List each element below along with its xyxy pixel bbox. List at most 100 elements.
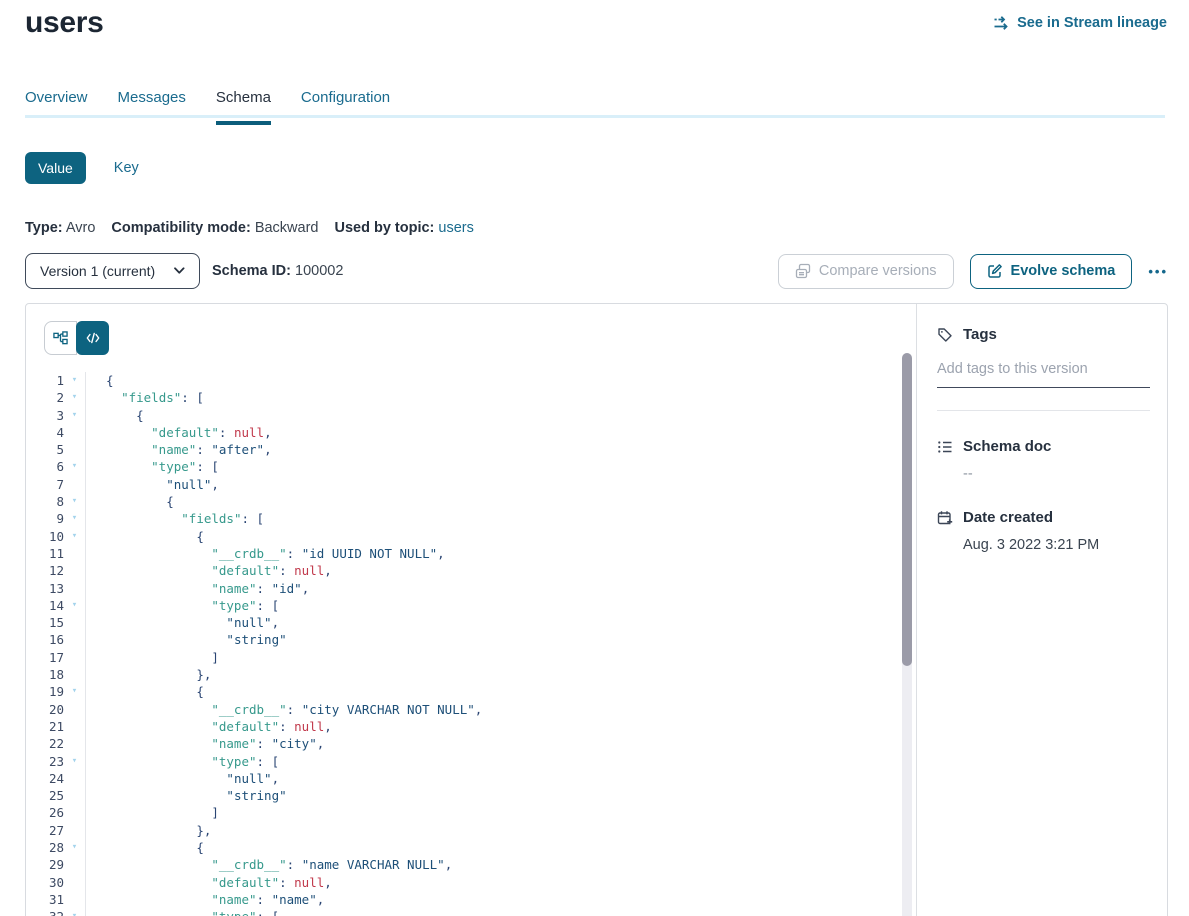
line-number: 3 <box>26 407 64 424</box>
code-text: "name": "id", <box>85 580 896 597</box>
code-line: 17 ] <box>26 649 896 666</box>
code-line: 1▾{ <box>26 372 896 389</box>
more-options-button[interactable]: ••• <box>1148 264 1168 279</box>
tab-configuration[interactable]: Configuration <box>301 89 390 125</box>
code-text: { <box>85 493 896 510</box>
fold-arrow-icon[interactable]: ▾ <box>64 753 85 770</box>
schema-type: Type: Avro <box>25 220 95 236</box>
compare-versions-button[interactable]: Compare versions <box>778 254 954 289</box>
code-line: 31 "name": "name", <box>26 891 896 908</box>
line-number: 4 <box>26 424 64 441</box>
add-tags-input[interactable] <box>937 357 1150 388</box>
value-toggle-button[interactable]: Value <box>25 152 86 184</box>
schema-view-toggle <box>44 321 109 355</box>
schema-panel: 1▾{2▾ "fields": [3▾ {4 "default": null,5… <box>25 303 1168 916</box>
compare-versions-icon <box>795 263 811 279</box>
fold-gutter <box>64 770 85 787</box>
fold-gutter <box>64 787 85 804</box>
line-number: 1 <box>26 372 64 389</box>
value-key-toggle: Value Key <box>25 152 139 184</box>
line-number: 32 <box>26 908 64 916</box>
tags-heading: Tags <box>937 326 1150 343</box>
code-text: "fields": [ <box>85 389 896 406</box>
fold-gutter <box>64 701 85 718</box>
code-text: "name": "city", <box>85 735 896 752</box>
code-text: "default": null, <box>85 874 896 891</box>
line-number: 14 <box>26 597 64 614</box>
code-text: "null", <box>85 770 896 787</box>
tab-overview[interactable]: Overview <box>25 89 88 125</box>
tab-messages[interactable]: Messages <box>118 89 186 125</box>
code-text: "string" <box>85 787 896 804</box>
fold-gutter <box>64 580 85 597</box>
line-number: 9 <box>26 510 64 527</box>
code-scrollbar-track[interactable] <box>902 353 912 916</box>
code-view-button[interactable] <box>76 321 109 355</box>
code-text: }, <box>85 666 896 683</box>
fold-arrow-icon[interactable]: ▾ <box>64 407 85 424</box>
fold-arrow-icon[interactable]: ▾ <box>64 528 85 545</box>
tab-bar: Overview Messages Schema Configuration <box>25 89 390 125</box>
fold-gutter <box>64 822 85 839</box>
see-in-stream-lineage-link[interactable]: See in Stream lineage <box>993 15 1167 31</box>
code-line: 29 "__crdb__": "name VARCHAR NULL", <box>26 856 896 873</box>
line-number: 7 <box>26 476 64 493</box>
fold-gutter <box>64 718 85 735</box>
line-number: 17 <box>26 649 64 666</box>
code-line: 12 "default": null, <box>26 562 896 579</box>
line-number: 6 <box>26 458 64 475</box>
topic-link[interactable]: users <box>438 220 473 236</box>
code-line: 8▾ { <box>26 493 896 510</box>
version-select[interactable]: Version 1 (current) <box>25 253 200 289</box>
code-text: "__crdb__": "city VARCHAR NOT NULL", <box>85 701 896 718</box>
code-text: "type": [ <box>85 908 896 916</box>
schema-controls-row: Version 1 (current) Schema ID: 100002 Co… <box>25 253 1168 289</box>
fold-arrow-icon[interactable]: ▾ <box>64 839 85 856</box>
date-created-value: Aug. 3 2022 3:21 PM <box>963 537 1150 553</box>
code-line: 22 "name": "city", <box>26 735 896 752</box>
line-number: 23 <box>26 753 64 770</box>
fold-gutter <box>64 424 85 441</box>
date-created-heading: Date created <box>937 509 1150 526</box>
chevron-down-icon <box>174 267 185 275</box>
fold-arrow-icon[interactable]: ▾ <box>64 908 85 916</box>
code-text: { <box>85 372 896 389</box>
evolve-schema-button[interactable]: Evolve schema <box>970 254 1133 289</box>
code-line: 16 "string" <box>26 631 896 648</box>
code-line: 28▾ { <box>26 839 896 856</box>
fold-arrow-icon[interactable]: ▾ <box>64 458 85 475</box>
fold-gutter <box>64 476 85 493</box>
code-text: { <box>85 683 896 700</box>
line-number: 24 <box>26 770 64 787</box>
code-text: { <box>85 839 896 856</box>
edit-schema-icon <box>987 263 1003 279</box>
line-number: 16 <box>26 631 64 648</box>
tab-schema[interactable]: Schema <box>216 89 271 125</box>
fold-arrow-icon[interactable]: ▾ <box>64 372 85 389</box>
code-line: 6▾ "type": [ <box>26 458 896 475</box>
line-number: 8 <box>26 493 64 510</box>
code-line: 10▾ { <box>26 528 896 545</box>
schema-id: Schema ID: 100002 <box>212 263 343 279</box>
code-text: "type": [ <box>85 458 896 475</box>
code-line: 25 "string" <box>26 787 896 804</box>
fold-gutter <box>64 874 85 891</box>
key-toggle-button[interactable]: Key <box>114 160 139 176</box>
code-text: "__crdb__": "name VARCHAR NULL", <box>85 856 896 873</box>
code-line: 18 }, <box>26 666 896 683</box>
code-text: "fields": [ <box>85 510 896 527</box>
fold-arrow-icon[interactable]: ▾ <box>64 389 85 406</box>
code-line: 19▾ { <box>26 683 896 700</box>
fold-gutter <box>64 649 85 666</box>
code-scrollbar-thumb[interactable] <box>902 353 912 666</box>
fold-arrow-icon[interactable]: ▾ <box>64 493 85 510</box>
code-text: "name": "after", <box>85 441 896 458</box>
line-number: 30 <box>26 874 64 891</box>
line-number: 18 <box>26 666 64 683</box>
code-line: 20 "__crdb__": "city VARCHAR NOT NULL", <box>26 701 896 718</box>
tree-view-button[interactable] <box>44 321 77 355</box>
fold-arrow-icon[interactable]: ▾ <box>64 510 85 527</box>
fold-arrow-icon[interactable]: ▾ <box>64 597 85 614</box>
compatibility-mode: Compatibility mode: Backward <box>111 220 318 236</box>
fold-arrow-icon[interactable]: ▾ <box>64 683 85 700</box>
